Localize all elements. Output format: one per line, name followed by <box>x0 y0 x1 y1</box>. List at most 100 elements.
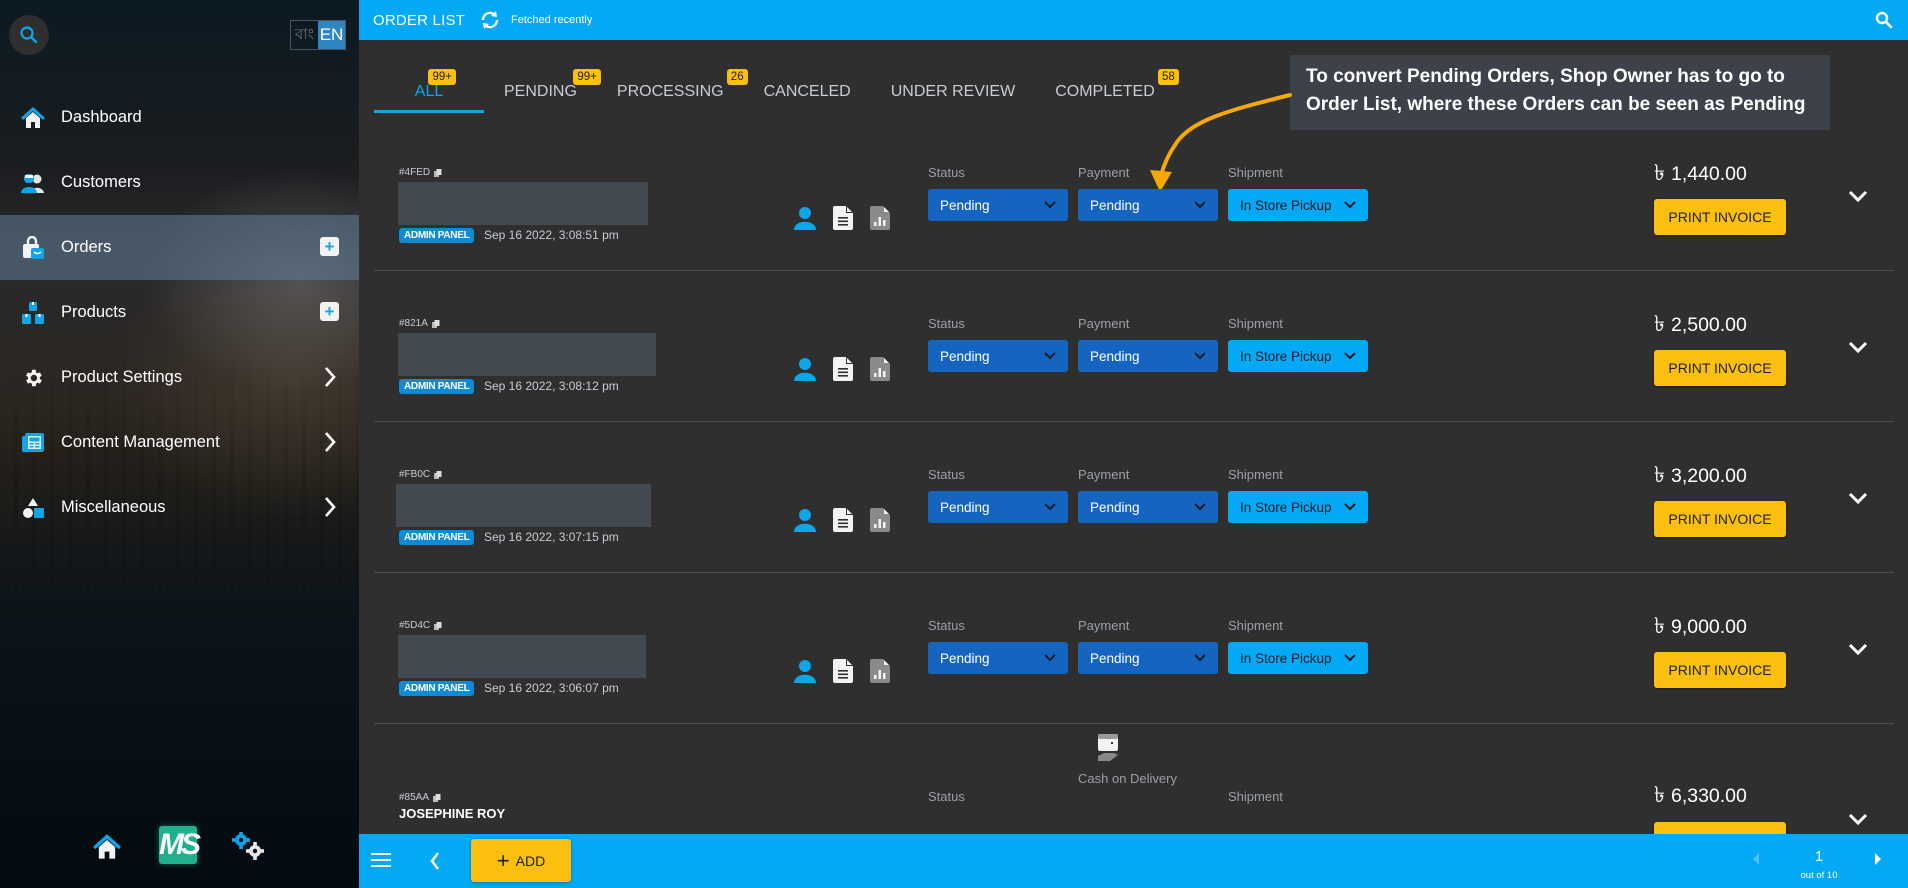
copy-icon[interactable] <box>434 470 442 479</box>
tab-pending[interactable]: PENDING 99+ <box>484 55 601 113</box>
hamburger-menu-icon[interactable] <box>371 851 391 869</box>
search-icon[interactable] <box>1875 11 1893 29</box>
chevron-down-icon[interactable] <box>1848 492 1868 504</box>
copy-icon[interactable] <box>434 168 442 177</box>
currency-symbol: ৳ <box>1654 311 1665 336</box>
sidebar-search-button[interactable] <box>9 15 49 55</box>
sync-icon <box>481 11 499 29</box>
shipment-label: Shipment <box>1228 618 1283 633</box>
add-product-button[interactable]: + <box>320 302 339 321</box>
tab-canceled[interactable]: CANCELED <box>744 55 871 113</box>
search-icon <box>20 26 38 44</box>
currency-symbol: ৳ <box>1654 462 1665 487</box>
status-select[interactable]: Pending <box>928 189 1068 221</box>
sidebar-item-dashboard[interactable]: Dashboard <box>0 85 359 150</box>
payment-label: Payment <box>1078 618 1130 633</box>
tab-label: ALL <box>414 83 444 100</box>
lang-en-option[interactable]: EN <box>318 21 345 49</box>
back-chevron-icon[interactable] <box>429 851 441 871</box>
chevron-down-icon[interactable] <box>1848 341 1868 353</box>
add-order-button[interactable]: + <box>320 237 339 256</box>
home-icon[interactable] <box>93 834 121 860</box>
payment-select[interactable]: Pending <box>1078 642 1218 674</box>
tab-under-review[interactable]: UNDER REVIEW <box>871 55 1035 113</box>
invoice-document-icon[interactable] <box>833 659 853 683</box>
customer-profile-icon[interactable] <box>794 357 816 381</box>
add-order-button[interactable]: + ADD <box>471 839 571 882</box>
print-invoice-button[interactable]: PRINT INVOICE <box>1654 652 1786 688</box>
shipment-select[interactable]: In Store Pickup <box>1228 189 1368 221</box>
tab-all[interactable]: ALL 99+ <box>374 55 484 113</box>
sidebar-item-product-settings[interactable]: Product Settings <box>0 345 359 410</box>
status-label: Status <box>928 165 965 180</box>
language-switcher[interactable]: বাং EN <box>290 20 346 50</box>
report-chart-icon[interactable] <box>870 357 890 381</box>
shipment-select[interactable]: In Store Pickup <box>1228 642 1368 674</box>
payment-value: Pending <box>1090 348 1140 364</box>
print-invoice-button[interactable]: PRINT INVOICE <box>1654 350 1786 386</box>
sidebar-item-customers[interactable]: Customers <box>0 150 359 215</box>
report-chart-icon[interactable] <box>870 659 890 683</box>
sidebar-item-products[interactable]: Products + <box>0 280 359 345</box>
shipment-value: In Store Pickup <box>1240 650 1332 666</box>
print-invoice-button[interactable]: PRINT INVOICE <box>1654 199 1786 235</box>
payment-select[interactable]: Pending <box>1078 491 1218 523</box>
next-page-icon[interactable] <box>1874 853 1882 865</box>
status-select[interactable]: Pending <box>928 642 1068 674</box>
order-amount: ৳ 2,500.00 <box>1654 307 1747 344</box>
shipment-select[interactable]: In Store Pickup <box>1228 340 1368 372</box>
chevron-down-icon <box>1044 654 1056 662</box>
status-select[interactable]: Pending <box>928 340 1068 372</box>
lang-bn-option[interactable]: বাং <box>291 21 318 49</box>
chevron-right-icon[interactable] <box>323 495 337 519</box>
customer-profile-icon[interactable] <box>794 206 816 230</box>
home-icon <box>20 105 46 131</box>
chevron-down-icon <box>1194 654 1206 662</box>
chevron-down-icon[interactable] <box>1848 643 1868 655</box>
chevron-right-icon[interactable] <box>323 365 337 389</box>
customer-profile-icon[interactable] <box>794 659 816 683</box>
payment-field: Payment Pending <box>1078 618 1218 674</box>
chevron-down-icon[interactable] <box>1848 190 1868 202</box>
shipment-field: Shipment In Store Pickup <box>1228 165 1368 221</box>
sidebar-item-miscellaneous[interactable]: Miscellaneous <box>0 475 359 540</box>
order-actions <box>794 206 890 230</box>
tab-processing[interactable]: PROCESSING 26 <box>597 55 748 113</box>
sidebar-item-orders[interactable]: Orders + <box>0 215 359 280</box>
copy-icon[interactable] <box>431 319 440 328</box>
app-logo[interactable]: MS <box>159 826 201 864</box>
payment-select[interactable]: Pending <box>1078 340 1218 372</box>
current-page[interactable]: 1 <box>1809 848 1829 865</box>
shipment-select[interactable]: In Store Pickup <box>1228 491 1368 523</box>
payment-select[interactable]: Pending <box>1078 189 1218 221</box>
order-actions <box>794 357 890 381</box>
payment-label: Payment <box>1078 316 1130 331</box>
chevron-down-icon[interactable] <box>1848 813 1868 825</box>
order-amount: ৳ 9,000.00 <box>1654 609 1747 646</box>
invoice-document-icon[interactable] <box>833 357 853 381</box>
invoice-document-icon[interactable] <box>833 508 853 532</box>
report-chart-icon[interactable] <box>870 206 890 230</box>
previous-page-icon[interactable] <box>1752 853 1760 865</box>
sidebar-item-label: Content Management <box>61 433 220 451</box>
status-field: Status <box>928 789 965 813</box>
report-chart-icon[interactable] <box>870 508 890 532</box>
currency-symbol: ৳ <box>1654 782 1665 807</box>
sidebar-item-label: Miscellaneous <box>61 498 166 516</box>
print-invoice-button[interactable]: PRINT INVOICE <box>1654 501 1786 537</box>
tutorial-callout: To convert Pending Orders, Shop Owner ha… <box>1290 55 1830 130</box>
order-row: #5D4C ADMIN PANEL Sep 16 2022, 3:06:07 p… <box>374 573 1894 724</box>
chevron-right-icon[interactable] <box>323 430 337 454</box>
customer-profile-icon[interactable] <box>794 508 816 532</box>
refresh-button[interactable] <box>479 11 501 29</box>
invoice-document-icon[interactable] <box>833 206 853 230</box>
order-source-badge: ADMIN PANEL <box>399 379 475 394</box>
sidebar-item-content-management[interactable]: Content Management <box>0 410 359 475</box>
copy-icon[interactable] <box>434 621 442 630</box>
settings-gears-icon[interactable] <box>232 832 266 860</box>
status-select[interactable]: Pending <box>928 491 1068 523</box>
status-label: Status <box>928 789 965 804</box>
copy-icon[interactable] <box>433 793 441 802</box>
payment-label: Payment <box>1078 467 1130 482</box>
order-id-text: #5D4C <box>399 620 431 631</box>
